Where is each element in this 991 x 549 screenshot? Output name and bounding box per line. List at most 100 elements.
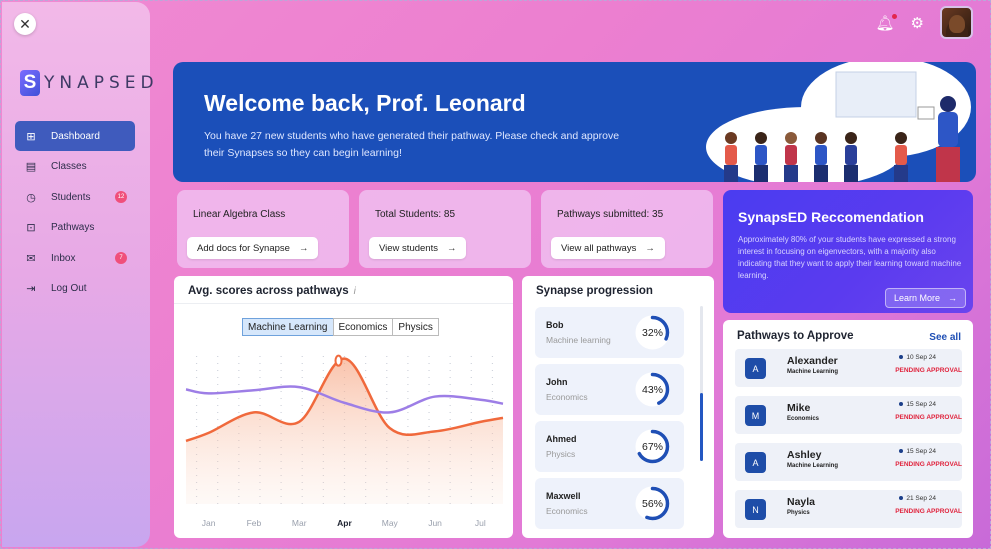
students-badge: 12 — [115, 191, 127, 203]
grid-icon: ⊞ — [26, 130, 36, 143]
clipboard-icon: ▤ — [25, 161, 37, 173]
scores-title: Avg. scores across pathways i — [188, 285, 356, 297]
tab-physics[interactable]: Physics — [392, 318, 439, 336]
progression-card: Synapse progression Bob Machine learning 3… — [522, 276, 714, 538]
inbox-icon: ✉ — [26, 252, 36, 265]
status-badge: PENDING APPROVAL — [895, 414, 962, 421]
logout-icon: ⇥ — [26, 283, 36, 295]
student-class: Physics — [787, 510, 810, 516]
sidebar-item-inbox[interactable]: ✉ Inbox 7 — [15, 243, 135, 273]
student-initial: N — [745, 499, 766, 520]
status-badge: PENDING APPROVAL — [895, 508, 962, 515]
scores-tabs: Machine Learning Economics Physics — [242, 318, 439, 336]
progression-item[interactable]: Bob Machine learning 32% — [535, 307, 684, 358]
student-name: Nayla — [787, 496, 816, 508]
button-label: View all pathways — [561, 242, 637, 254]
sidebar: ✕ S YNAPSED ⊞ Dashboard ▤ Classes ◷ Stud… — [2, 2, 154, 547]
status-badge: PENDING APPROVAL — [895, 461, 962, 468]
close-button[interactable]: ✕ — [14, 13, 36, 35]
topbar: 🔔︎ ⚙ — [876, 6, 973, 39]
approve-row[interactable]: A Ashley Machine Learning 15 Sep 24 PENDING … — [735, 443, 962, 481]
progression-item[interactable]: Ahmed Physics 67% — [535, 421, 684, 472]
student-class: Machine Learning — [787, 369, 839, 375]
student-name: Alexander — [787, 355, 838, 367]
sidebar-item-pathways[interactable]: ⊡ Pathways — [15, 213, 135, 243]
welcome-banner: Welcome back, Prof. Leonard You have 27 … — [173, 62, 976, 182]
scores-chart: Jan Feb Mar Apr May Jun Jul — [185, 354, 504, 528]
sidebar-item-label: Inbox — [51, 252, 76, 264]
sidebar-item-classes[interactable]: ▤ Classes — [15, 152, 135, 182]
x-tick-label: Apr — [337, 518, 352, 528]
arrow-right-icon: → — [645, 242, 655, 254]
x-tick-label: Jun — [428, 518, 442, 528]
sidebar-item-label: Dashboard — [51, 130, 100, 142]
view-students-button[interactable]: View students → — [369, 237, 467, 259]
stat-title: Total Students: 85 — [375, 209, 456, 220]
dot-icon — [899, 402, 904, 407]
progress-percent: 43% — [641, 383, 663, 396]
approve-row[interactable]: M Mike Economics 15 Sep 24 PENDING APPROVAL — [735, 396, 962, 434]
button-label: Add docs for Synapse — [197, 242, 290, 254]
progress-percent: 56% — [641, 497, 663, 510]
submission-date: 10 Sep 24 — [899, 354, 936, 361]
bell-icon[interactable]: 🔔︎ — [876, 13, 897, 32]
date-text: 21 Sep 24 — [906, 495, 936, 502]
sidebar-item-label: Classes — [51, 161, 87, 172]
welcome-title: Welcome back, Prof. Leonard — [204, 90, 526, 116]
learn-more-button[interactable]: Learn More → — [884, 288, 966, 308]
sidebar-item-label: Students — [51, 191, 91, 203]
progression-item[interactable]: John Economics 43% — [535, 364, 684, 415]
gear-icon[interactable]: ⚙ — [911, 14, 924, 32]
view-pathways-button[interactable]: View all pathways → — [551, 237, 665, 259]
sidebar-item-logout[interactable]: ⇥ Log Out — [15, 274, 135, 304]
student-name: Ahmed — [546, 434, 577, 444]
stat-card-students: Total Students: 85 View students → — [359, 190, 531, 268]
student-subject: Machine learning — [546, 335, 611, 345]
x-tick-label: Jan — [202, 518, 216, 528]
tab-economics[interactable]: Economics — [332, 318, 394, 336]
tab-machine-learning[interactable]: Machine Learning — [242, 318, 334, 336]
student-name: Maxwell — [546, 491, 581, 501]
approve-row[interactable]: A Alexander Machine Learning 10 Sep 24 PENDI… — [735, 349, 962, 387]
divider — [174, 303, 513, 304]
x-tick-label: May — [382, 518, 399, 528]
logo-text: YNAPSED — [44, 73, 159, 93]
student-name: Ashley — [787, 449, 822, 461]
sidebar-item-students[interactable]: ◷ Students 12 — [15, 182, 135, 212]
add-docs-button[interactable]: Add docs for Synapse → — [187, 237, 319, 259]
sidebar-item-dashboard[interactable]: ⊞ Dashboard — [15, 121, 135, 151]
avatar[interactable] — [940, 6, 973, 39]
logo-mark: S — [20, 70, 40, 96]
student-initial: M — [745, 405, 766, 426]
classroom-illustration — [706, 62, 971, 182]
x-tick-label: Jul — [475, 518, 486, 528]
scores-chart-card: Avg. scores across pathways i Machine Lea… — [174, 276, 513, 538]
close-icon: ✕ — [19, 15, 31, 32]
recommendation-text: Approximately 80% of your students have … — [738, 235, 962, 280]
status-badge: PENDING APPROVAL — [895, 367, 962, 374]
submission-date: 21 Sep 24 — [899, 495, 936, 502]
scores-title-text: Avg. scores across pathways — [188, 285, 349, 297]
sidebar-item-label: Log Out — [51, 283, 87, 294]
stat-title: Linear Algebra Class — [193, 209, 286, 220]
student-subject: Economics — [546, 506, 588, 516]
scrollbar-thumb[interactable] — [700, 393, 703, 461]
stat-title: Pathways submitted: 35 — [557, 209, 664, 220]
avatar-face — [948, 15, 965, 33]
logo: S YNAPSED — [20, 70, 159, 96]
arrow-right-icon: → — [948, 293, 957, 303]
button-label: View students — [379, 242, 438, 254]
progression-item[interactable]: Maxwell Economics 56% — [535, 478, 684, 529]
sidebar-nav: ⊞ Dashboard ▤ Classes ◷ Students 12 ⊡ Pa… — [15, 121, 135, 304]
recommendation-title: SynapsED Reccomendation — [738, 209, 924, 225]
info-icon[interactable]: i — [354, 286, 356, 297]
submission-date: 15 Sep 24 — [899, 401, 936, 408]
progress-percent: 67% — [641, 440, 663, 453]
student-subject: Physics — [546, 449, 576, 459]
dot-icon — [899, 496, 904, 501]
approve-card: Pathways to Approve See all A Alexander Ma… — [723, 320, 973, 538]
sidebar-item-label: Pathways — [51, 222, 95, 233]
see-all-link[interactable]: See all — [929, 332, 961, 343]
approve-row[interactable]: N Nayla Physics 21 Sep 24 PENDING APPROVAL — [735, 490, 962, 528]
student-class: Economics — [787, 416, 820, 422]
